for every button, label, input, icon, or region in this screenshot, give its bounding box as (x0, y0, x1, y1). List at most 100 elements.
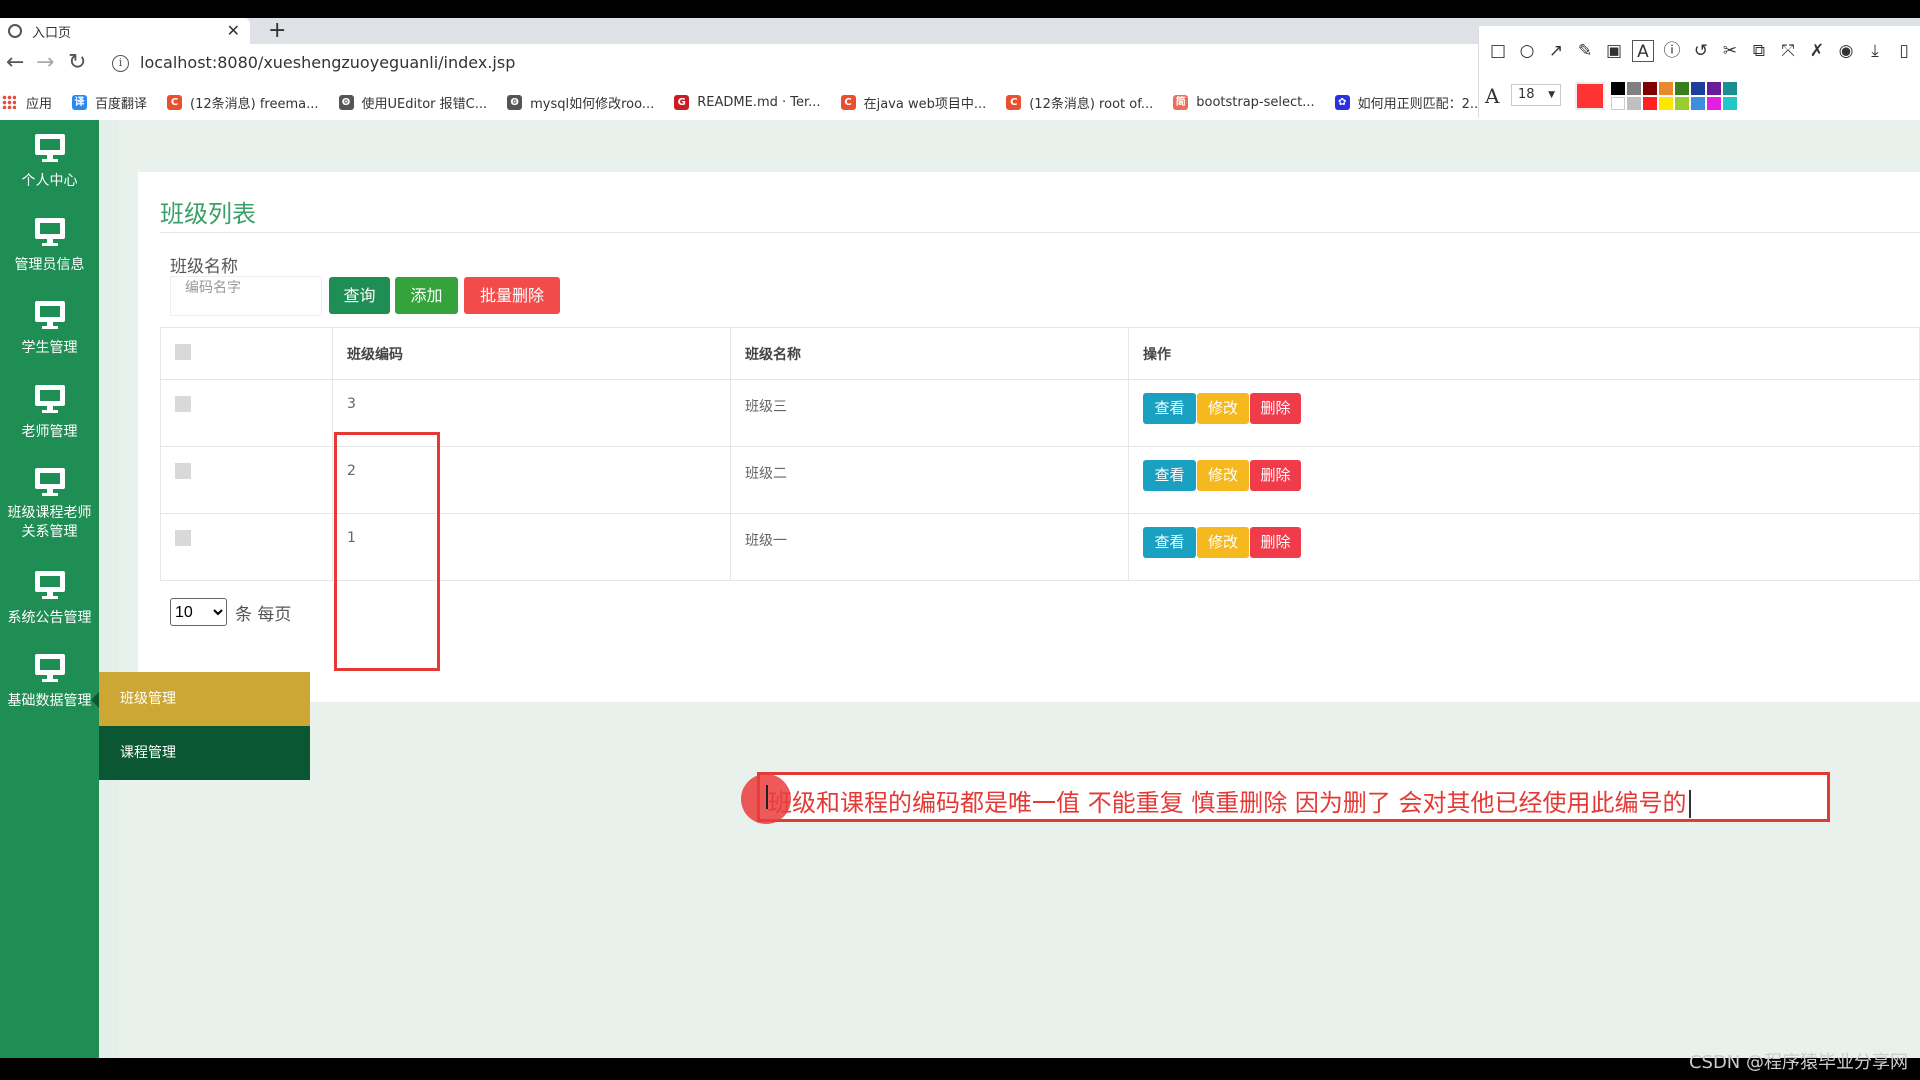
bookmark-item[interactable]: ✿ 如何用正则匹配：2... (1334, 93, 1482, 112)
row-checkbox[interactable] (175, 396, 191, 412)
pin2-tool-icon[interactable]: ✗ (1806, 40, 1828, 62)
mosaic-tool-icon[interactable]: ▣ (1603, 40, 1625, 62)
text-tool-icon[interactable]: A (1632, 40, 1654, 62)
search-input[interactable]: 编码名字 (170, 276, 322, 316)
back-button[interactable]: ← (6, 50, 24, 76)
jianshu-icon: 简 (1173, 94, 1189, 110)
color-swatch[interactable] (1627, 82, 1641, 95)
bookmark-label: 百度翻译 (95, 96, 148, 112)
new-tab-button[interactable]: + (268, 18, 286, 44)
sidebar-item[interactable]: 系统公告管理 (0, 571, 99, 627)
url-field[interactable]: localhost:8080/xueshengzuoyeguanli/index… (140, 53, 515, 72)
cell-actions: 查看 修改 删除 (1128, 446, 1920, 514)
batch-delete-button[interactable]: 批量删除 (464, 277, 560, 314)
submenu-item[interactable]: 班级管理 (99, 672, 310, 726)
color-swatch[interactable] (1675, 82, 1689, 95)
bookmark-item[interactable]: 简 bootstrap-select... (1173, 94, 1315, 110)
globe-icon (8, 24, 22, 38)
close-tab-icon[interactable]: ✕ (227, 21, 240, 40)
bookmark-item[interactable]: G README.md · Ter... (674, 94, 821, 110)
color-swatch[interactable] (1643, 82, 1657, 95)
sidebar-item-label: 老师管理 (21, 424, 78, 440)
color-swatch[interactable] (1611, 82, 1625, 95)
color-swatch[interactable] (1723, 82, 1737, 95)
circle-tool-icon[interactable]: ○ (1516, 40, 1538, 62)
sidebar-item[interactable]: 老师管理 (0, 385, 99, 441)
query-button[interactable]: 查询 (329, 277, 390, 314)
font-icon: A (1485, 84, 1500, 108)
color-swatch[interactable] (1627, 97, 1641, 110)
bookmark-item[interactable]: C (12条消息) freema... (167, 93, 319, 112)
rectangle-tool-icon[interactable]: □ (1487, 40, 1509, 62)
undo-tool-icon[interactable]: ↺ (1690, 40, 1712, 62)
delete-button[interactable]: 删除 (1250, 393, 1301, 424)
sidebar-item[interactable]: 管理员信息 (0, 218, 99, 274)
monitor-icon (34, 218, 65, 248)
view-button[interactable]: 查看 (1143, 393, 1196, 424)
color-swatch[interactable] (1659, 82, 1673, 95)
monitor-icon (34, 385, 65, 415)
monitor-icon (34, 301, 65, 331)
sidebar-item[interactable]: 个人中心 (0, 134, 99, 190)
select-all-checkbox[interactable] (175, 343, 191, 360)
current-color-swatch[interactable] (1575, 82, 1605, 110)
save-tool-icon[interactable]: ⤓ (1864, 40, 1886, 62)
font-size-select[interactable]: 18 (1511, 84, 1561, 106)
sidebar-item[interactable]: 班级课程老师关系管理 (0, 468, 99, 542)
phone-tool-icon[interactable]: ▯ (1893, 40, 1915, 62)
row-select-cell (160, 446, 333, 514)
row-checkbox[interactable] (175, 530, 191, 546)
color-swatch[interactable] (1659, 97, 1673, 110)
color-swatch[interactable] (1723, 97, 1737, 110)
browser-tab[interactable]: 入口页 ✕ (0, 18, 250, 44)
apps-grid-icon (2, 95, 16, 109)
color-swatch[interactable] (1691, 82, 1705, 95)
expand-tool-icon[interactable]: ⤧ (1777, 40, 1799, 62)
add-button[interactable]: 添加 (395, 277, 458, 314)
edit-button[interactable]: 修改 (1197, 527, 1249, 558)
bookmark-item[interactable]: C (12条消息) root of... (1006, 93, 1153, 112)
bookmark-item[interactable]: C 在java web项目中... (840, 93, 986, 112)
sidebar-item-label: 管理员信息 (14, 257, 85, 273)
color-swatch[interactable] (1611, 97, 1625, 110)
view-button[interactable]: 查看 (1143, 460, 1196, 491)
csdn-icon: C (840, 94, 856, 110)
forward-button[interactable]: → (36, 50, 54, 76)
annotation-toolbar: A 18 □ ○ ↗ ✎ ▣ Aⓘ ↺ ✂ ⧉ ⤧ ✗ ◉ ⤓ ▯ (1478, 26, 1920, 118)
color-swatch[interactable] (1707, 97, 1721, 110)
arrow-tool-icon[interactable]: ↗ (1545, 40, 1567, 62)
pin-tool-icon[interactable]: ✂ (1719, 40, 1741, 62)
site-info-icon[interactable]: i (112, 55, 129, 72)
color-swatch[interactable] (1675, 97, 1689, 110)
edit-button[interactable]: 修改 (1197, 460, 1249, 491)
color-swatch[interactable] (1691, 97, 1705, 110)
sidebar-item[interactable]: 学生管理 (0, 301, 99, 357)
page-size-select[interactable]: 10 (170, 598, 227, 626)
view-button[interactable]: 查看 (1143, 527, 1196, 558)
reload-button[interactable]: ↻ (68, 50, 86, 76)
color-swatch[interactable] (1707, 82, 1721, 95)
delete-button[interactable]: 删除 (1250, 460, 1301, 491)
row-checkbox[interactable] (175, 463, 191, 479)
sidebar-item[interactable]: 基础数据管理 (0, 654, 99, 710)
pen-tool-icon[interactable]: ✎ (1574, 40, 1596, 62)
ueditor-icon: Ꙩ (338, 94, 354, 110)
delete-button[interactable]: 删除 (1250, 527, 1301, 558)
edit-button[interactable]: 修改 (1197, 393, 1249, 424)
bookmark-item[interactable]: 译百度翻译 (72, 93, 147, 112)
bookmark-item[interactable]: 应用 (2, 93, 52, 112)
watermark: CSDN @程序猿毕业分享网 (1688, 1052, 1908, 1073)
number-tool-icon[interactable]: ⓘ (1661, 40, 1683, 62)
annotation-note[interactable]: 班级和课程的编码都是唯一值 不能重复 慎重删除 因为删了 会对其他已经使用此编号… (757, 772, 1830, 822)
bookmark-item[interactable]: Ꙩ 使用UEditor 报错C... (338, 93, 487, 112)
color-swatch[interactable] (1643, 97, 1657, 110)
monitor-icon (34, 571, 65, 601)
submenu-item[interactable]: 课程管理 (99, 726, 310, 780)
bookmark-item[interactable]: Ꙩmysql如何修改roo... (507, 93, 654, 112)
search-label: 班级名称 (170, 257, 238, 277)
copy-tool-icon[interactable]: ⧉ (1748, 40, 1770, 62)
app-area: 个人中心 管理员信息 学生管理 老师管理 班级课程老师关系管理 系统公告管理 基础数据管理 … (0, 120, 1920, 1058)
record-tool-icon[interactable]: ◉ (1835, 40, 1857, 62)
row-select-cell (160, 513, 333, 581)
bookmark-label: bootstrap-select... (1196, 94, 1315, 110)
